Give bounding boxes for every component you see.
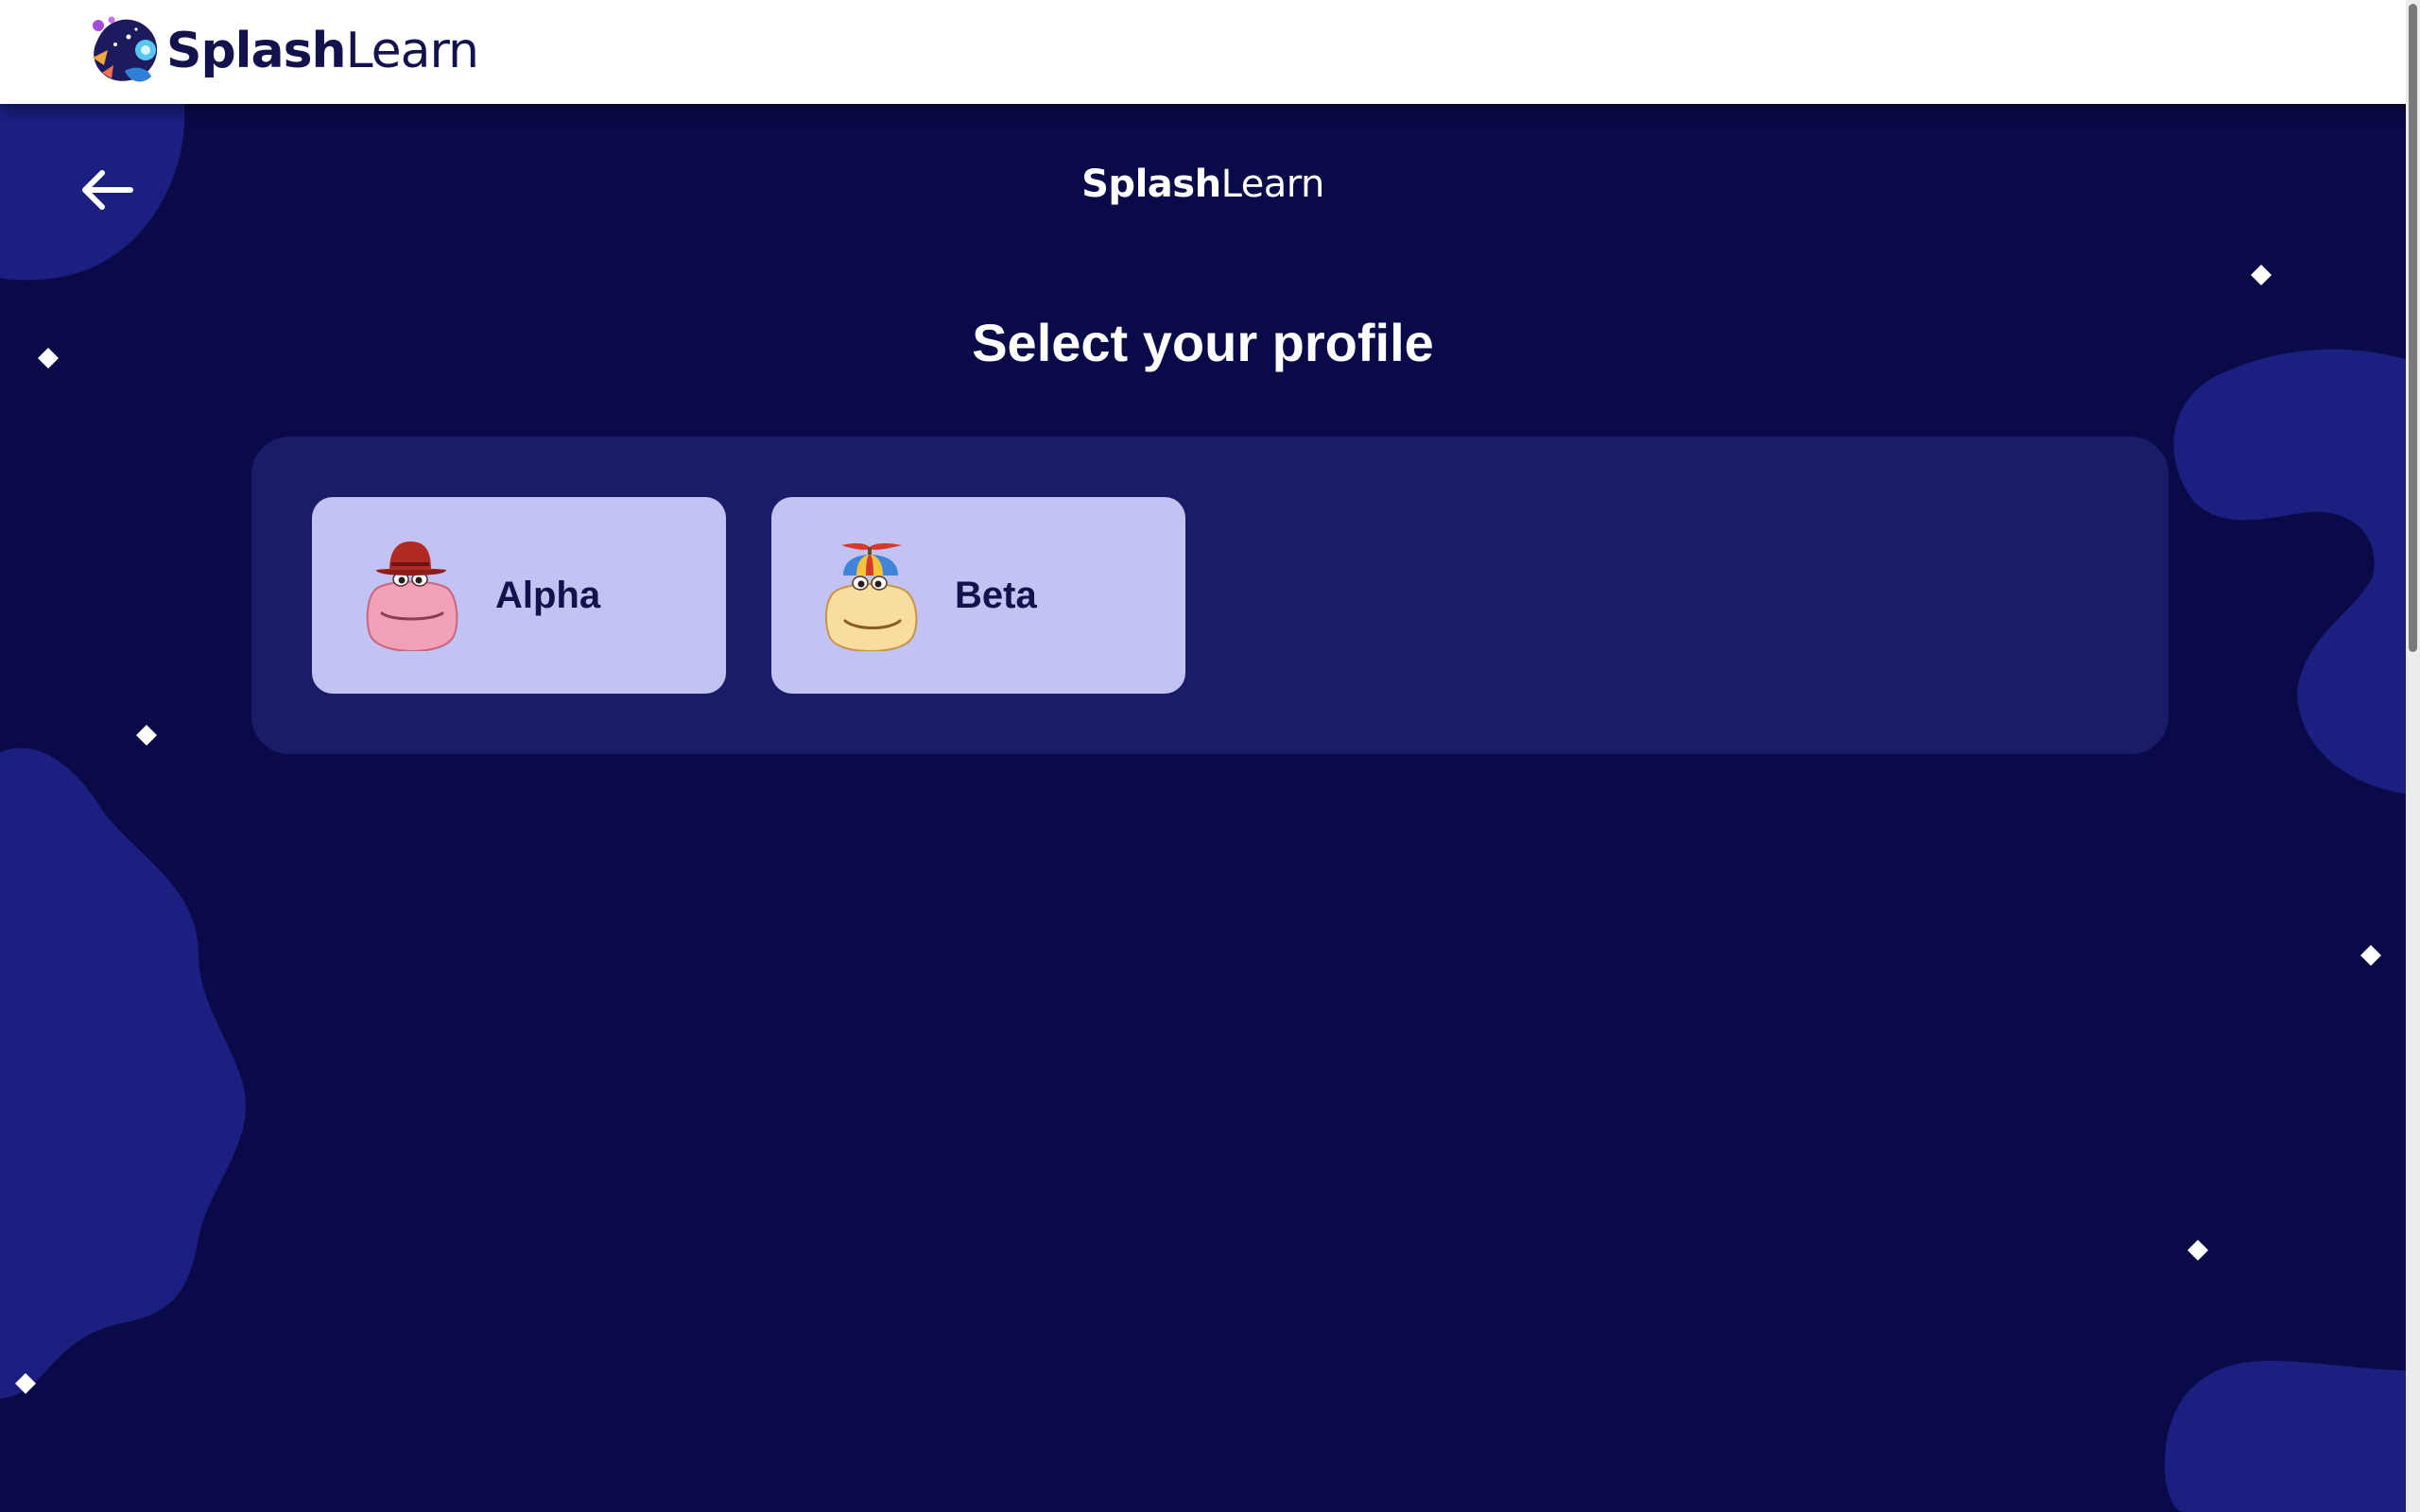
pink-hippo-with-hat-icon [363,540,459,651]
star [136,725,157,746]
page-title: Select your profile [972,313,1434,372]
profile-name: Beta [955,574,1037,616]
profile-card-beta[interactable]: Beta [771,497,1185,694]
blob-bottom-right [2165,1361,2406,1512]
star [2187,1240,2208,1261]
profile-list-panel: Alpha Beta [251,437,2169,754]
vertical-scrollbar[interactable] [2406,0,2420,1512]
profile-card-alpha[interactable]: Alpha [312,497,726,694]
star [2360,945,2381,966]
blob-right [2173,349,2406,794]
scrollbar-thumb[interactable] [2409,4,2417,652]
top-header: SplashLearn [0,0,2420,104]
profile-name: Alpha [495,574,601,616]
blob-left [0,747,246,1399]
stage-brand-wordmark: SplashLearn [1081,163,1324,206]
splashlearn-logo-icon [93,16,158,82]
brand-wordmark: SplashLearn [166,23,479,79]
splashlearn-logo[interactable]: SplashLearn [87,11,479,91]
star [2251,265,2272,285]
yellow-hippo-with-propeller-cap-icon [822,540,919,651]
profile-selection-stage: SplashLearn Select your profile Alpha Be… [0,104,2406,1512]
